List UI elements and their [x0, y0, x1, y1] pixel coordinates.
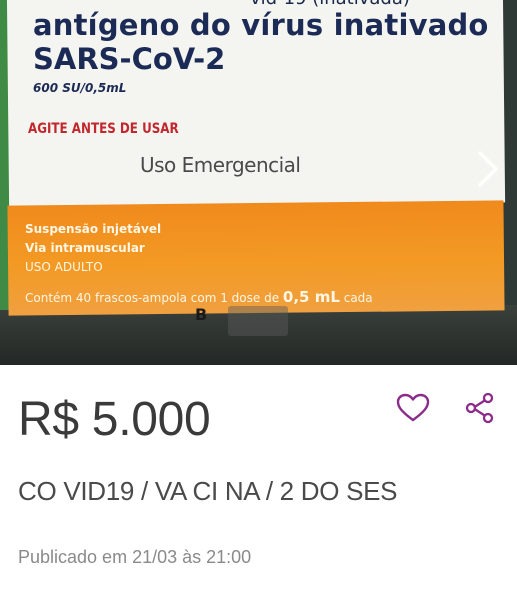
product-photo: vid-19 (inativada) antígeno do vírus ina…: [0, 0, 517, 365]
published-date: Publicado em 21/03 às 21:00: [18, 547, 252, 567]
label-route: Via intramuscular: [25, 241, 145, 255]
blurred-region: [228, 306, 288, 336]
label-adult: USO ADULTO: [25, 260, 103, 274]
label-virus: SARS-CoV-2: [33, 42, 226, 76]
label-suspension: Suspensão injetável: [25, 222, 162, 236]
box-logo-mark: B: [195, 305, 208, 324]
label-contents-volume: 0,5 mL: [282, 288, 340, 306]
label-antigen: antígeno do vírus inativado: [33, 8, 489, 42]
chevron-right-icon: [478, 151, 498, 187]
share-icon: [465, 392, 494, 424]
heart-outline-icon: [396, 393, 430, 422]
favorite-button[interactable]: [393, 390, 433, 426]
label-contents: Contém 40 frascos-ampola com 1 dose de 0…: [25, 288, 373, 306]
listing-title: CO VID19 / VA CI NA / 2 DO SES: [18, 476, 398, 506]
image-gallery[interactable]: vid-19 (inativada) antígeno do vírus ina…: [0, 0, 517, 365]
label-shake: AGITE ANTES DE USAR: [28, 121, 179, 137]
label-dose: 600 SU/0,5mL: [33, 81, 127, 95]
label-contents-suffix: cada: [343, 291, 373, 305]
share-button[interactable]: [460, 389, 500, 427]
next-image-button[interactable]: [468, 148, 508, 190]
listing-price: R$ 5.000: [18, 393, 211, 446]
label-emergency: Uso Emergencial: [140, 153, 301, 177]
label-contents-prefix: Contém 40 frascos-ampola com 1 dose de: [25, 291, 280, 305]
